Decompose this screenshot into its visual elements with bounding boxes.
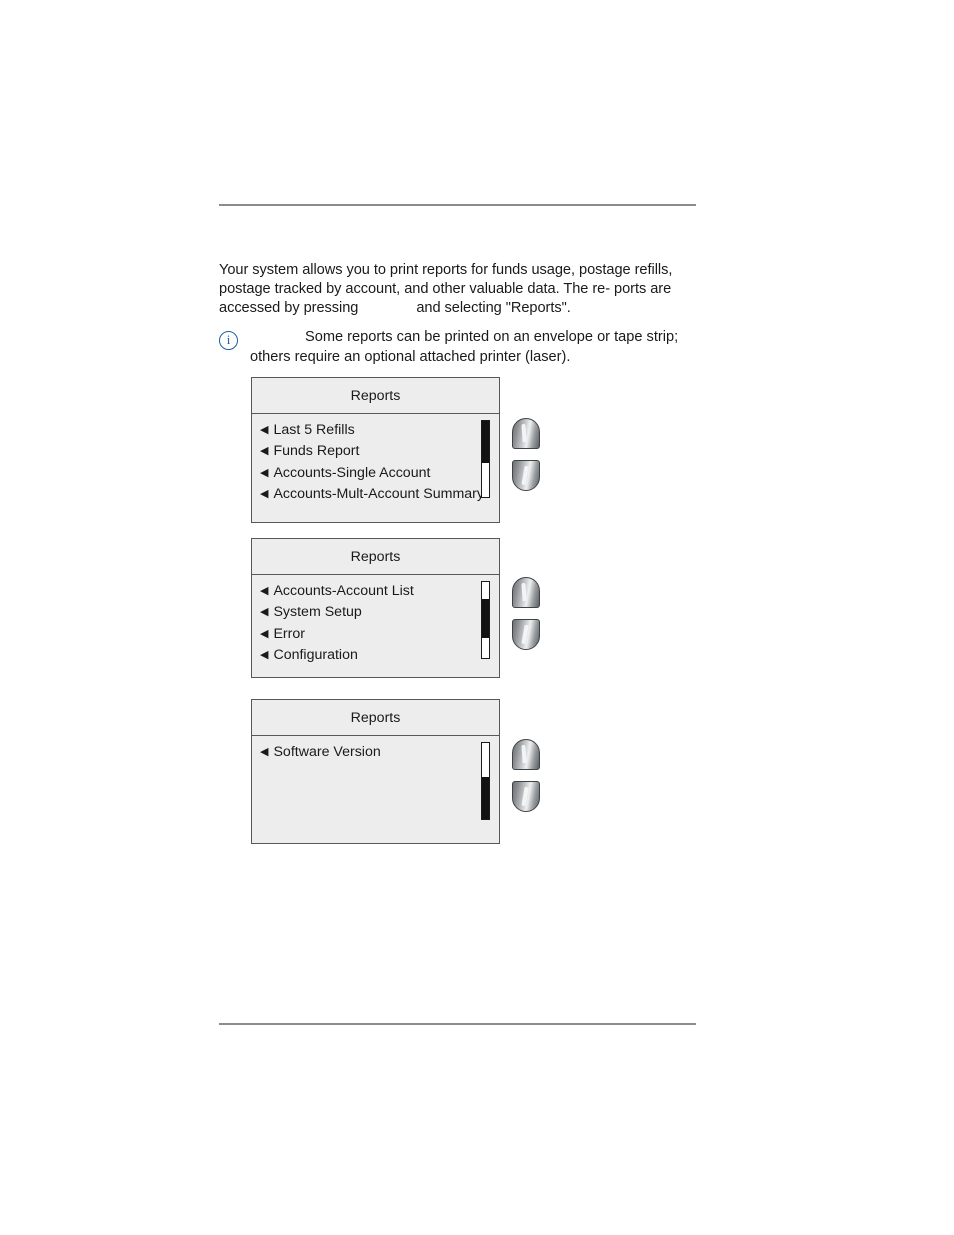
- scroll-up-button[interactable]: [512, 418, 540, 449]
- note-line-1: Some reports can be printed on an envelo…: [305, 329, 679, 345]
- scroll-down-button[interactable]: [512, 460, 540, 491]
- left-triangle-icon: ◀: [260, 627, 269, 640]
- document-page: Your system allows you to print reports …: [0, 0, 954, 1235]
- panel-1-scroll-buttons: [512, 418, 542, 491]
- list-item[interactable]: ◀ Accounts-Account List: [252, 583, 499, 604]
- intro-paragraph: Your system allows you to print reports …: [219, 261, 697, 319]
- left-triangle-icon: ◀: [260, 585, 269, 597]
- scrollbar[interactable]: [481, 420, 490, 498]
- note-block: i Some reports can be printed on an enve…: [219, 328, 697, 367]
- list-item-label: Funds Report: [273, 443, 360, 460]
- header-rule: [219, 204, 696, 206]
- panel-title: Reports: [252, 700, 499, 736]
- left-triangle-icon: ◀: [260, 487, 269, 500]
- list-item[interactable]: ◀ Configuration: [252, 647, 499, 668]
- scrollbar[interactable]: [481, 742, 490, 820]
- panel-title: Reports: [252, 539, 499, 575]
- panel-body: ◀ Last 5 Refills ◀ Funds Report ◀ Accoun…: [252, 414, 499, 522]
- info-icon: i: [219, 331, 238, 350]
- note-text: Some reports can be printed on an envelo…: [250, 328, 697, 367]
- left-triangle-icon: ◀: [260, 648, 269, 661]
- scrollbar-thumb[interactable]: [482, 777, 489, 819]
- left-triangle-icon: ◀: [260, 466, 269, 479]
- list-item-label: Software Version: [273, 744, 381, 760]
- note-line-2: others require an optional attached prin…: [250, 348, 571, 365]
- left-triangle-icon: ◀: [260, 606, 269, 619]
- footer-rule: [219, 1023, 696, 1025]
- list-item-label: Last 5 Refills: [273, 422, 355, 438]
- list-item[interactable]: ◀ System Setup: [252, 604, 499, 625]
- scroll-up-button[interactable]: [512, 739, 540, 770]
- panel-3-scroll-buttons: [512, 739, 542, 812]
- scrollbar-thumb[interactable]: [482, 421, 489, 463]
- scroll-down-button[interactable]: [512, 781, 540, 812]
- left-triangle-icon: ◀: [260, 445, 269, 458]
- left-triangle-icon: ◀: [260, 424, 269, 436]
- scrollbar[interactable]: [481, 581, 490, 659]
- list-item[interactable]: ◀ Software Version: [252, 744, 499, 765]
- list-item-label: Configuration: [273, 646, 358, 663]
- panel-body: ◀ Software Version: [252, 736, 499, 843]
- list-item-label: Accounts-Account List: [273, 583, 414, 599]
- scrollbar-thumb[interactable]: [482, 598, 489, 639]
- list-item-label: Accounts-Mult-Account Summary: [273, 485, 484, 502]
- list-item[interactable]: ◀ Error: [252, 626, 499, 647]
- intro-line-3-after: and selecting "Reports".: [416, 300, 571, 317]
- reports-menu-panel-3: Reports ◀ Software Version: [251, 699, 500, 844]
- panel-body: ◀ Accounts-Account List ◀ System Setup ◀…: [252, 575, 499, 677]
- list-item-label: Accounts-Single Account: [273, 464, 431, 481]
- scroll-down-button[interactable]: [512, 619, 540, 650]
- list-item-label: Error: [273, 625, 305, 642]
- list-item-label: System Setup: [273, 604, 362, 621]
- panel-2-scroll-buttons: [512, 577, 542, 650]
- list-item[interactable]: ◀ Accounts-Single Account: [252, 465, 499, 486]
- scroll-up-button[interactable]: [512, 577, 540, 608]
- left-triangle-icon: ◀: [260, 746, 269, 758]
- list-item[interactable]: ◀ Last 5 Refills: [252, 422, 499, 443]
- list-item[interactable]: ◀ Funds Report: [252, 443, 499, 464]
- intro-line-1: Your system allows you to print reports …: [219, 262, 631, 278]
- reports-menu-panel-1: Reports ◀ Last 5 Refills ◀ Funds Report …: [251, 377, 500, 523]
- reports-menu-panel-2: Reports ◀ Accounts-Account List ◀ System…: [251, 538, 500, 678]
- panel-title: Reports: [252, 378, 499, 414]
- list-item[interactable]: ◀ Accounts-Mult-Account Summary: [252, 486, 499, 507]
